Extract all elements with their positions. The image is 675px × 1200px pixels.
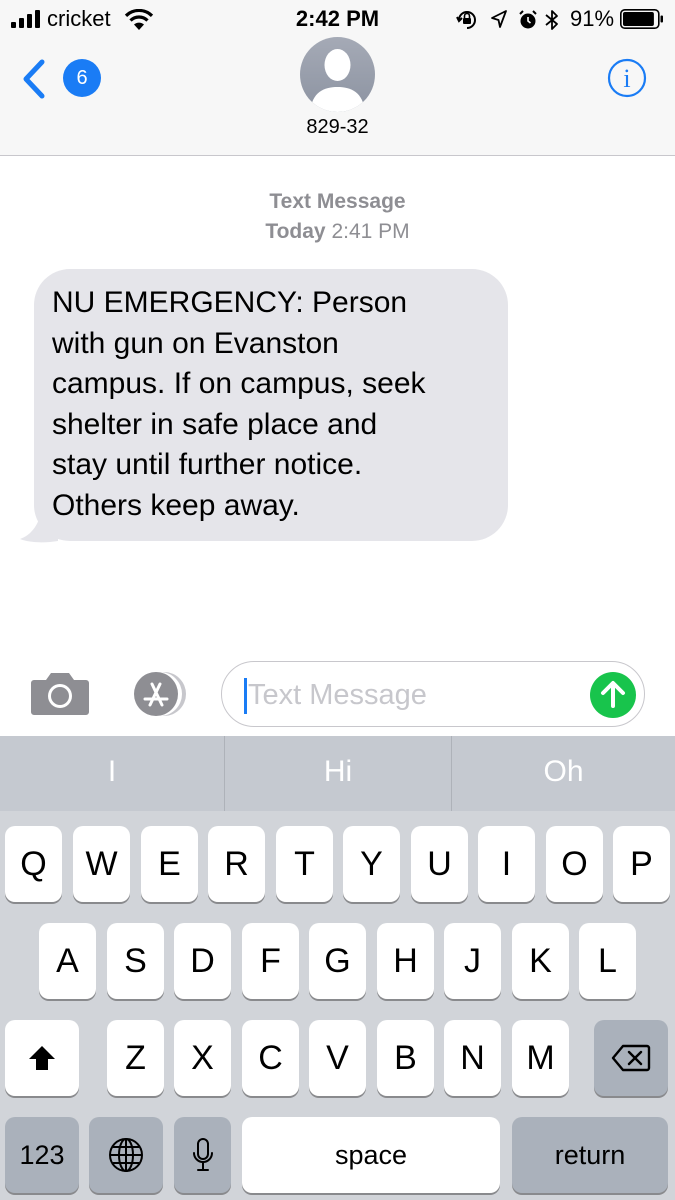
key-a[interactable]: A [39,923,96,999]
camera-icon[interactable] [30,670,90,716]
message-timestamp: Today 2:41 PM [0,220,675,244]
key-p[interactable]: P [613,826,670,902]
info-icon[interactable]: i [607,58,647,98]
globe-icon [109,1138,143,1172]
return-key[interactable]: return [512,1117,668,1193]
key-t[interactable]: T [276,826,333,902]
key-q[interactable]: Q [5,826,62,902]
backspace-icon [611,1044,651,1072]
key-g[interactable]: G [309,923,366,999]
status-bar: cricket 2:42 PM 91% [0,0,675,38]
microphone-icon [192,1138,213,1171]
keyboard: I Hi Oh Q W E R T Y U I O P A S D F G H … [0,736,675,1200]
key-l[interactable]: L [579,923,636,999]
key-x[interactable]: X [174,1020,231,1096]
key-s[interactable]: S [107,923,164,999]
key-i[interactable]: I [478,826,535,902]
message-text: NU EMERGENCY: Person with gun on Evansto… [52,286,426,522]
key-o[interactable]: O [546,826,603,902]
key-j[interactable]: J [444,923,501,999]
message-thread[interactable]: Text Message Today 2:41 PM NU EMERGENCY:… [0,157,675,652]
predictive-bar: I Hi Oh [0,736,675,811]
key-v[interactable]: V [309,1020,366,1096]
message-bubble[interactable]: NU EMERGENCY: Person with gun on Evansto… [34,269,508,541]
conversation-header: 6 829-32 i [0,37,675,156]
location-icon [491,10,507,28]
alarm-icon [519,10,537,29]
chevron-left-icon [23,59,45,99]
contact-avatar[interactable] [300,37,375,112]
unread-badge: 6 [63,59,101,97]
message-composer [0,652,675,736]
key-y[interactable]: Y [343,826,400,902]
battery-icon [620,9,663,29]
key-m[interactable]: M [512,1020,569,1096]
key-c[interactable]: C [242,1020,299,1096]
dictation-key[interactable] [174,1117,231,1193]
space-key[interactable]: space [242,1117,500,1193]
key-f[interactable]: F [242,923,299,999]
message-field[interactable] [221,661,645,727]
numbers-key[interactable]: 123 [5,1117,79,1193]
app-store-icon[interactable] [126,670,192,718]
shift-key[interactable] [5,1020,79,1096]
suggestion-1[interactable]: I [0,736,224,811]
key-u[interactable]: U [411,826,468,902]
key-n[interactable]: N [444,1020,501,1096]
bluetooth-icon [545,10,558,30]
key-e[interactable]: E [141,826,198,902]
timestamp-time: 2:41 PM [331,220,410,243]
globe-key[interactable] [89,1117,163,1193]
key-h[interactable]: H [377,923,434,999]
delete-key[interactable] [594,1020,668,1096]
suggestion-2[interactable]: Hi [225,736,451,811]
battery-percent: 91% [570,6,615,31]
key-w[interactable]: W [73,826,130,902]
shift-icon [29,1046,55,1070]
key-r[interactable]: R [208,826,265,902]
person-silhouette-icon [310,49,365,112]
suggestion-3[interactable]: Oh [452,736,675,811]
key-d[interactable]: D [174,923,231,999]
orientation-lock-icon [456,11,476,29]
key-z[interactable]: Z [107,1020,164,1096]
send-button[interactable] [590,672,636,718]
back-button[interactable]: 6 [20,58,101,100]
key-k[interactable]: K [512,923,569,999]
contact-name[interactable]: 829-32 [0,116,675,139]
incoming-message[interactable]: NU EMERGENCY: Person with gun on Evansto… [18,269,510,547]
timestamp-date: Today [265,220,326,243]
message-type-label: Text Message [269,190,406,213]
svg-text:i: i [623,64,630,93]
key-b[interactable]: B [377,1020,434,1096]
text-caret [244,678,247,714]
arrow-up-icon [601,681,625,708]
message-input[interactable] [248,672,578,718]
